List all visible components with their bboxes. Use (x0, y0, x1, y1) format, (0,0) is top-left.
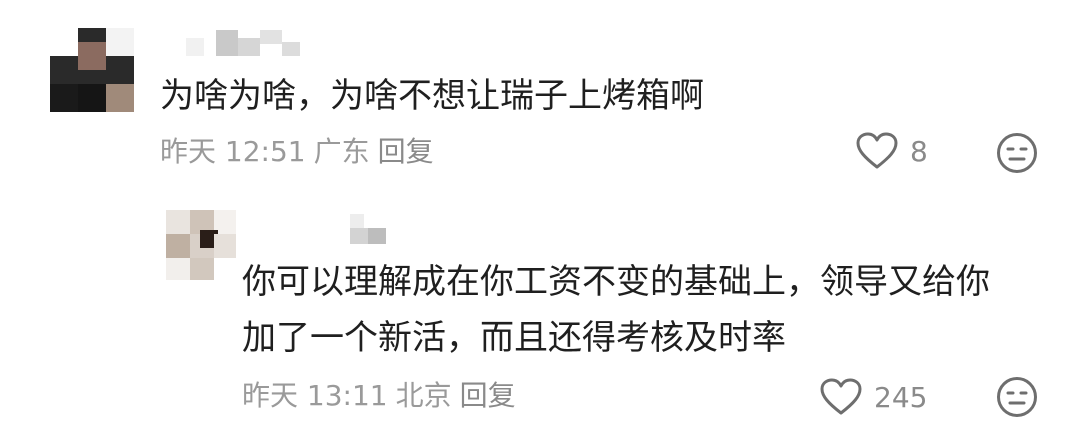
comment-meta: 昨天 12:51 广东 回复 (160, 134, 442, 170)
avatar[interactable] (50, 28, 134, 112)
reply-button[interactable]: 回复 (460, 379, 516, 412)
heart-outline-icon (820, 378, 862, 416)
dislike-button[interactable] (996, 376, 1038, 418)
like-button[interactable]: 245 (820, 378, 927, 416)
comment-text-line2: 加了一个新活，而且还得考核及时率 (242, 318, 786, 358)
comment-location: 北京 (395, 379, 452, 412)
neutral-face-icon (996, 132, 1038, 174)
heart-outline-icon (856, 132, 898, 170)
like-count: 8 (910, 134, 928, 168)
comment-meta: 昨天 13:11 北京 回复 (242, 378, 524, 414)
comment-location: 广东 (313, 135, 370, 168)
comment-time: 昨天 13:11 (242, 379, 388, 412)
avatar[interactable] (166, 210, 236, 280)
comment-text-line1: 你可以理解成在你工资不变的基础上，领导又给你 (242, 262, 990, 302)
neutral-face-icon (996, 376, 1038, 418)
like-button[interactable]: 8 (856, 132, 928, 170)
username-blurred[interactable] (350, 214, 390, 246)
dislike-button[interactable] (996, 132, 1038, 174)
comment-time: 昨天 12:51 (160, 135, 306, 168)
like-count: 245 (874, 380, 928, 414)
reply-button[interactable]: 回复 (378, 135, 434, 168)
username-blurred[interactable] (186, 30, 306, 60)
comment-text: 为啥为啥，为啥不想让瑞子上烤箱啊 (160, 76, 704, 116)
